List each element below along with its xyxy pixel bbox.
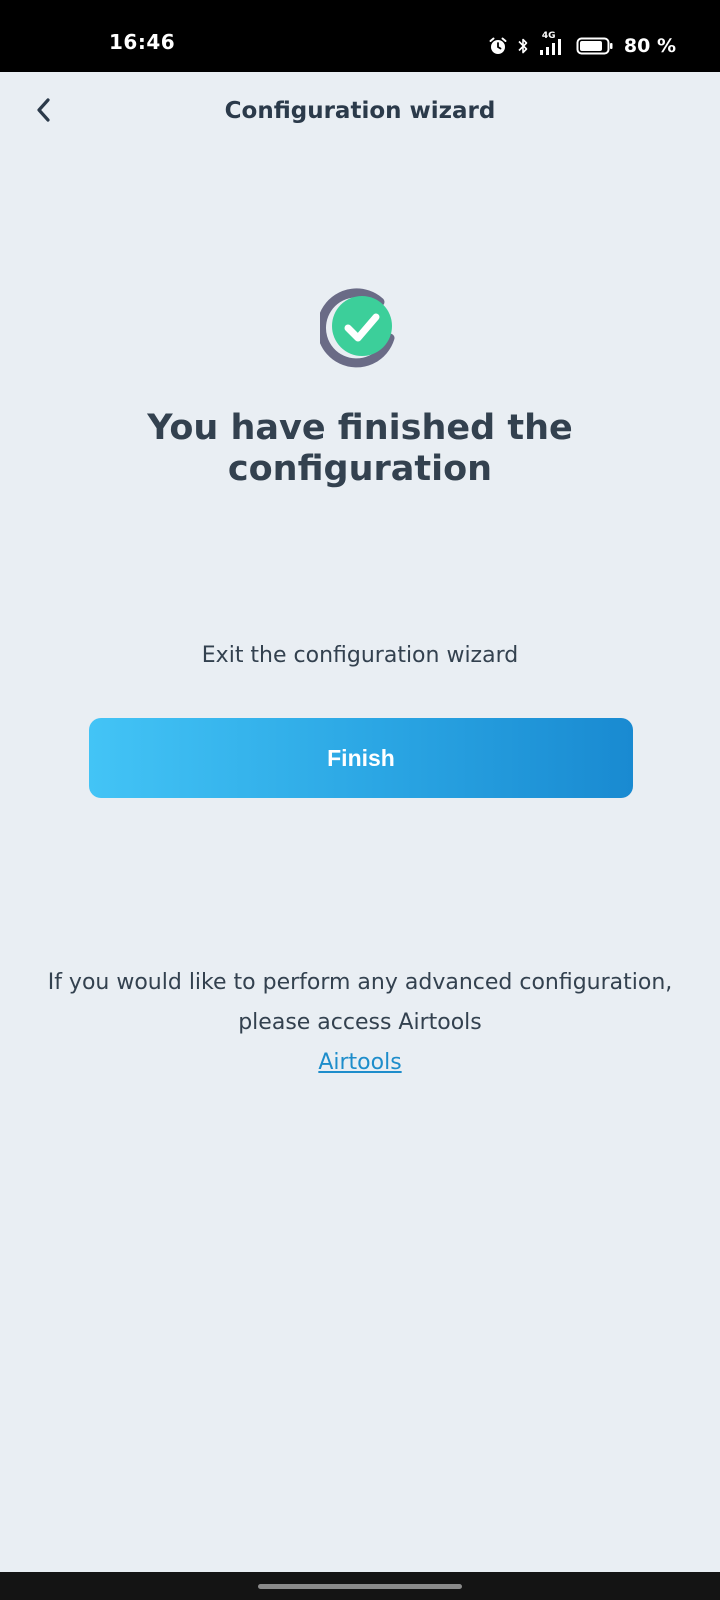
bluetooth-icon: [516, 36, 530, 56]
system-nav-bar: [0, 1572, 720, 1600]
advanced-config-note: If you would like to perform any advance…: [20, 963, 700, 1083]
home-gesture-handle[interactable]: [258, 1584, 462, 1589]
page-title: Configuration wizard: [224, 98, 496, 124]
advanced-line-1: If you would like to perform any advance…: [47, 970, 673, 995]
top-bar: Configuration wizard: [0, 72, 720, 154]
signal-4g-icon: 4G: [538, 31, 568, 57]
airtools-link[interactable]: Airtools: [318, 1043, 401, 1083]
status-time: 16:46: [109, 30, 176, 54]
battery-percent: 80 %: [623, 35, 676, 57]
alarm-icon: [488, 36, 508, 56]
exit-wizard-text: Exit the configuration wizard: [201, 643, 519, 668]
status-icons: 4G 80 %: [488, 30, 676, 62]
network-type: 4G: [541, 31, 556, 41]
completion-heading: You have finished the configuration: [80, 408, 640, 490]
heading-line-2: configuration: [227, 449, 493, 489]
advanced-line-2: please access Airtools: [238, 1010, 482, 1035]
status-bar: 16:46 4G 80 %: [0, 0, 720, 72]
battery-icon: [576, 36, 614, 56]
heading-line-1: You have finished the: [147, 408, 573, 448]
check-circle-icon: [317, 288, 404, 372]
finish-button[interactable]: Finish: [89, 718, 633, 798]
